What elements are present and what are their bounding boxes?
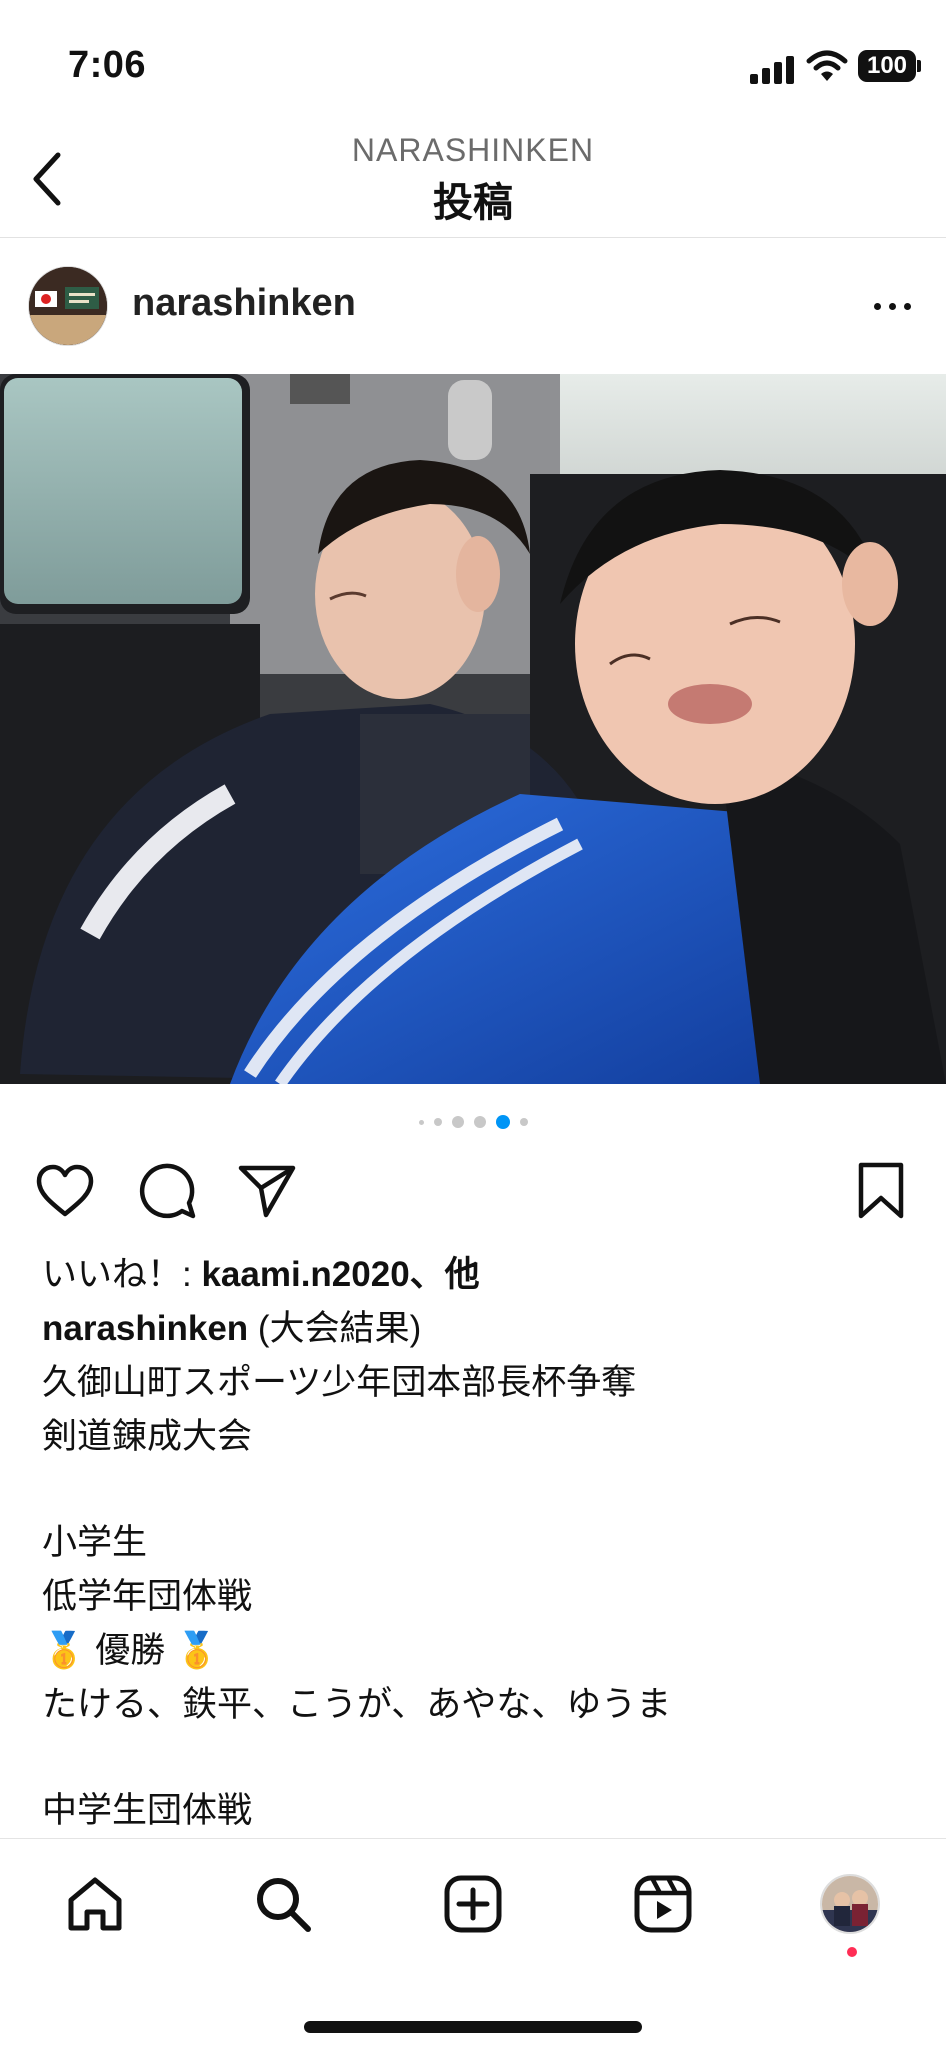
search-icon: [257, 1878, 311, 1932]
page-title: 投稿: [433, 181, 513, 225]
carousel-dot: [418, 1119, 424, 1125]
author-avatar[interactable]: [28, 266, 108, 346]
caption-first-line: narashinken (大会結果): [42, 1302, 912, 1356]
bottom-navigation: [0, 1838, 946, 2048]
carousel-indicator: [0, 1112, 946, 1132]
bookmark-icon: [858, 1162, 904, 1219]
plus-square-icon: [444, 1875, 502, 1933]
notification-dot: [847, 1947, 857, 1957]
nav-create[interactable]: [438, 1869, 508, 1939]
home-icon: [68, 1877, 122, 1931]
caption-text: (大会結果): [248, 1309, 422, 1348]
profile-avatar: [820, 1874, 880, 1934]
post-header-bar: NARASHINKEN 投稿: [0, 120, 946, 238]
paper-plane-icon: [238, 1165, 296, 1218]
status-time: 7:06: [68, 44, 147, 86]
heart-icon: [36, 1164, 94, 1217]
battery-nub: [917, 60, 921, 72]
caption-line: [42, 1732, 912, 1784]
caption-username[interactable]: narashinken: [42, 1309, 248, 1348]
caption-line: 剣道錬成大会: [42, 1417, 253, 1456]
comment-button[interactable]: [136, 1160, 198, 1222]
status-bar: 7:06 100: [0, 0, 946, 120]
carousel-dot: [473, 1116, 486, 1128]
nav-profile[interactable]: [815, 1869, 885, 1939]
caption-line: 久御山町スポーツ少年団本部長杯争奪: [42, 1363, 637, 1402]
save-button[interactable]: [850, 1160, 912, 1222]
caption-line: 低学年団体戦: [42, 1577, 253, 1616]
home-indicator: [304, 2021, 642, 2033]
nav-home[interactable]: [60, 1869, 130, 1939]
post-caption: いいね！: kaami.n2020、他 narashinken (大会結果) 久…: [42, 1248, 912, 1838]
caption-line: 中学生団体戦: [42, 1791, 253, 1830]
nav-search[interactable]: [248, 1869, 318, 1939]
caption-line: [42, 1464, 912, 1516]
more-horizontal-icon: [873, 302, 881, 310]
post-image[interactable]: [0, 374, 946, 1084]
carousel-dot: [451, 1116, 464, 1128]
carousel-dot-active: [495, 1115, 510, 1129]
battery-indicator: 100: [858, 50, 916, 82]
author-username[interactable]: narashinken: [132, 282, 356, 325]
caption-line: 小学生: [42, 1523, 148, 1562]
reels-icon: [634, 1875, 692, 1933]
post-author-row: narashinken: [0, 238, 946, 374]
account-name-header: NARASHINKEN: [351, 132, 595, 168]
likes-summary[interactable]: いいね！: kaami.n2020、他: [42, 1248, 912, 1302]
likes-names[interactable]: kaami.n2020、他: [201, 1255, 479, 1294]
carousel-dot: [433, 1118, 442, 1126]
post-actions: [0, 1156, 946, 1226]
more-options-button[interactable]: [862, 294, 922, 318]
like-button[interactable]: [34, 1160, 96, 1222]
signal-icon: [750, 54, 794, 84]
carousel-dot: [519, 1118, 528, 1126]
nav-reels[interactable]: [628, 1869, 698, 1939]
comment-icon: [139, 1163, 196, 1219]
share-button[interactable]: [236, 1160, 298, 1222]
caption-line: 🥇 優勝 🥇: [42, 1631, 219, 1670]
likes-prefix: いいね！:: [42, 1255, 202, 1294]
caption-line: たける、鉄平、こうが、あやな、ゆうま: [42, 1685, 672, 1724]
wifi-icon: [806, 50, 848, 81]
